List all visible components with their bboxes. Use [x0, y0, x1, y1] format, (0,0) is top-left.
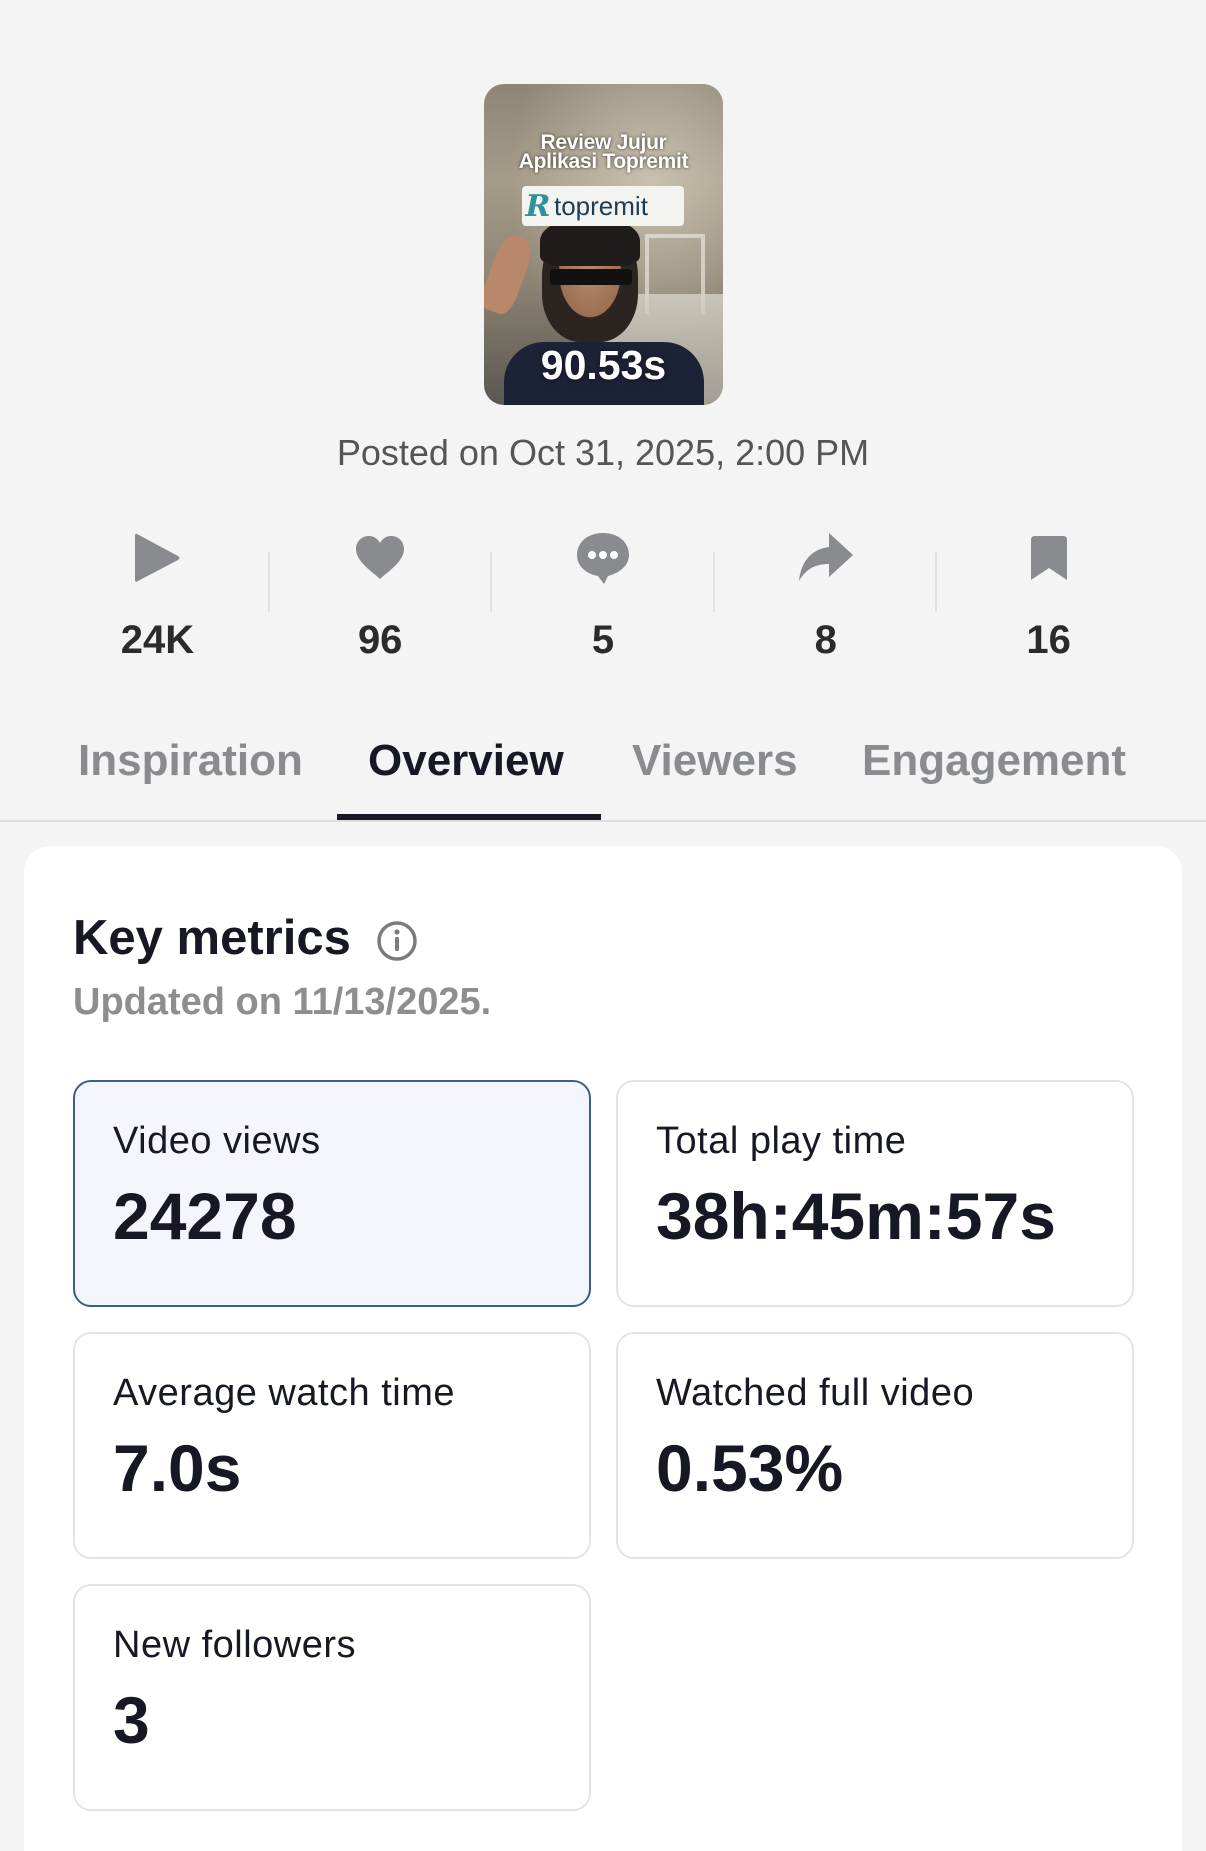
thumbnail-brand-text: topremit [554, 190, 648, 221]
tab-viewers[interactable]: Viewers [632, 736, 798, 786]
metric-card-video-views[interactable]: Video views 24278 [73, 1080, 591, 1307]
metric-card-new-followers[interactable]: New followers 3 [73, 1584, 591, 1811]
metric-card-watched-full-video[interactable]: Watched full video 0.53% [616, 1332, 1134, 1559]
tab-engagement[interactable]: Engagement [862, 736, 1126, 786]
metric-label: Average watch time [113, 1372, 456, 1414]
tab-overview[interactable]: Overview [368, 736, 564, 786]
share-icon [797, 520, 855, 596]
stat-comments: 5 [492, 520, 715, 670]
metric-card-average-watch-time[interactable]: Average watch time 7.0s [73, 1332, 591, 1559]
key-metrics-updated: Updated on 11/13/2025. [73, 981, 492, 1023]
stat-views: 24K [46, 520, 269, 670]
comment-icon [574, 520, 632, 596]
stat-divider [713, 552, 715, 612]
thumbnail-title-line2: Aplikasi Topremit [518, 150, 689, 173]
heart-icon [354, 520, 406, 596]
stat-shares: 8 [714, 520, 937, 670]
stat-divider [490, 552, 492, 612]
metric-label: New followers [113, 1624, 357, 1666]
metric-value: 24278 [113, 1179, 297, 1253]
thumbnail-brand-badge: R topremit [522, 186, 684, 226]
metric-label: Total play time [656, 1120, 907, 1162]
engagement-stats-row: 24K 96 5 8 16 [46, 520, 1160, 670]
stat-divider [935, 552, 937, 612]
active-tab-indicator [337, 814, 601, 820]
metric-card-total-play-time[interactable]: Total play time 38h:45m:57s [616, 1080, 1134, 1307]
metric-value: 3 [113, 1683, 150, 1757]
video-thumbnail[interactable]: Review Jujur Aplikasi Topremit R topremi… [484, 84, 723, 405]
brand-logo-icon: R [525, 188, 551, 224]
stat-divider [268, 552, 270, 612]
bookmark-icon [1029, 520, 1069, 596]
stat-saves-value: 16 [1026, 618, 1071, 662]
key-metrics-title: Key metrics [73, 911, 351, 965]
video-duration: 90.53s [540, 342, 667, 388]
metric-label: Watched full video [656, 1372, 975, 1414]
tab-inspiration[interactable]: Inspiration [78, 736, 303, 786]
metric-value: 7.0s [113, 1431, 242, 1505]
info-icon[interactable] [376, 920, 418, 967]
key-metrics-card: Key metrics Updated on 11/13/2025. Video… [24, 846, 1182, 1851]
posted-date: Posted on Oct 31, 2025, 2:00 PM [336, 432, 870, 473]
metric-value: 38h:45m:57s [656, 1179, 1056, 1253]
metric-value: 0.53% [656, 1431, 844, 1505]
stat-likes: 96 [269, 520, 492, 670]
stat-views-value: 24K [120, 618, 195, 662]
stat-comments-value: 5 [591, 618, 615, 662]
stat-likes-value: 96 [357, 618, 403, 662]
play-icon [131, 520, 183, 596]
video-analytics-page: Review Jujur Aplikasi Topremit R topremi… [0, 0, 1206, 1851]
stat-saves: 16 [937, 520, 1160, 670]
analytics-tabs: Inspiration Overview Viewers Engagement [0, 728, 1206, 822]
metric-label: Video views [113, 1120, 321, 1162]
stat-shares-value: 8 [814, 618, 837, 662]
